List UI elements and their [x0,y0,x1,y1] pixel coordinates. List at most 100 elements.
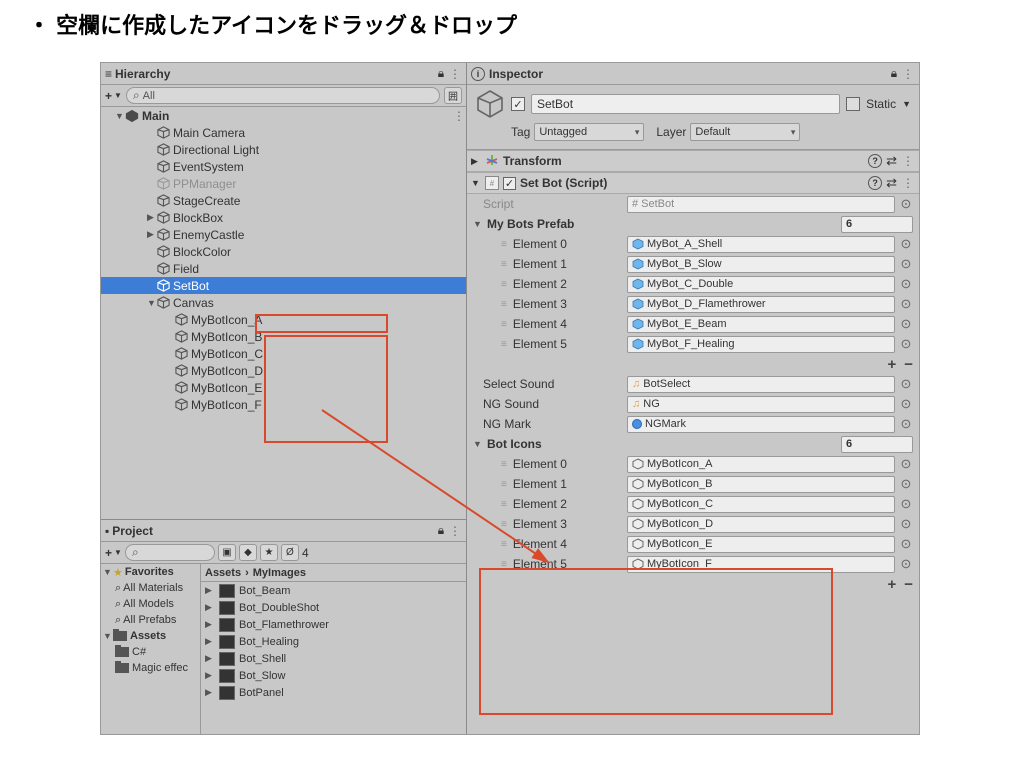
help-icon[interactable]: ? [868,154,882,168]
element-label[interactable]: ≡Element 5 [473,337,623,351]
drag-handle-icon[interactable]: ≡ [501,459,507,470]
foldout-icon[interactable]: ▼ [471,178,481,188]
lock-icon[interactable]: 🔒︎ [887,66,901,81]
favorite-item[interactable]: ⌕All Models [101,596,200,612]
asset-item[interactable]: ▶Bot_Beam [201,582,466,599]
panel-menu-icon[interactable]: ⋮ [448,67,462,81]
asset-item[interactable]: ▶Bot_Shell [201,650,466,667]
ng-mark-field[interactable]: NGMark [627,416,895,433]
static-checkbox[interactable] [846,97,860,111]
tag-dropdown[interactable]: Untagged [534,123,644,141]
object-picker-icon[interactable] [899,457,913,471]
object-picker-icon[interactable] [899,517,913,531]
hierarchy-item[interactable]: MyBotIcon_C [101,345,466,362]
foldout-icon[interactable]: ▶ [471,156,481,167]
panel-menu-icon[interactable]: ⋮ [448,524,462,538]
drag-handle-icon[interactable]: ≡ [501,499,507,510]
drag-handle-icon[interactable]: ≡ [501,279,507,290]
icons-count-field[interactable]: 6 [841,436,913,453]
project-search[interactable] [125,544,215,561]
project-assets[interactable]: Assets › MyImages ▶Bot_Beam▶Bot_DoubleSh… [201,564,466,734]
foldout-icon[interactable]: ▼ [473,439,483,449]
prefab-field[interactable]: MyBot_F_Healing [627,336,895,353]
panel-menu-icon[interactable]: ⋮ [901,67,915,81]
select-sound-field[interactable]: ♫BotSelect [627,376,895,393]
add-icon[interactable]: + [887,356,896,373]
drag-handle-icon[interactable]: ≡ [501,239,507,250]
hierarchy-item[interactable]: Directional Light [101,141,466,158]
create-button[interactable]: +▼ [105,89,122,103]
preset-icon[interactable]: ⇄ [886,153,897,169]
folder-item[interactable]: C# [101,644,200,660]
asset-item[interactable]: ▶Bot_Flamethrower [201,616,466,633]
foldout-icon[interactable]: ▶ [205,636,215,647]
foldout-icon[interactable]: ▶ [205,619,215,630]
drag-handle-icon[interactable]: ≡ [501,479,507,490]
foldout-icon[interactable]: ▶ [147,229,157,240]
favorite-item[interactable]: ⌕All Materials [101,580,200,596]
foldout-icon[interactable]: ▶ [205,670,215,681]
icon-field[interactable]: MyBotIcon_C [627,496,895,513]
hierarchy-item[interactable]: MyBotIcon_E [101,379,466,396]
foldout-icon[interactable]: ▶ [205,687,215,698]
prefab-field[interactable]: MyBot_A_Shell [627,236,895,253]
element-label[interactable]: ≡Element 3 [473,517,623,531]
layer-dropdown[interactable]: Default [690,123,800,141]
folder-item[interactable]: Magic effec [101,660,200,676]
lock-icon[interactable]: 🔒︎ [434,523,448,538]
object-picker-icon[interactable] [899,317,913,331]
foldout-icon[interactable]: ▼ [115,111,125,121]
prefab-field[interactable]: MyBot_D_Flamethrower [627,296,895,313]
icon-field[interactable]: MyBotIcon_A [627,456,895,473]
element-label[interactable]: ≡Element 0 [473,237,623,251]
filter-icon[interactable]: ▣ [218,544,236,561]
preset-icon[interactable]: ⇄ [886,175,897,191]
object-picker-icon[interactable] [899,497,913,511]
create-button[interactable]: +▼ [105,546,122,560]
lock-icon[interactable]: 🔒︎ [434,66,448,81]
hierarchy-item[interactable]: ▶EnemyCastle [101,226,466,243]
active-checkbox[interactable]: ✓ [511,97,525,111]
hierarchy-item[interactable]: SetBot [101,277,466,294]
project-header[interactable]: ▪ Project 🔒︎ ⋮ [101,520,466,542]
object-picker-icon[interactable] [899,337,913,351]
icon-field[interactable]: MyBotIcon_E [627,536,895,553]
component-enabled-checkbox[interactable]: ✓ [503,177,516,190]
drag-handle-icon[interactable]: ≡ [501,559,507,570]
drag-handle-icon[interactable]: ≡ [501,259,507,270]
gameobject-name-field[interactable]: SetBot [531,94,840,114]
hierarchy-item[interactable]: MyBotIcon_B [101,328,466,345]
hierarchy-item[interactable]: PPManager [101,175,466,192]
prefab-field[interactable]: MyBot_E_Beam [627,316,895,333]
foldout-icon[interactable]: ▶ [205,585,215,596]
drag-handle-icon[interactable]: ≡ [501,319,507,330]
assets-root[interactable]: ▼Assets [101,628,200,644]
prefab-count-field[interactable]: 6 [841,216,913,233]
asset-item[interactable]: ▶Bot_Healing [201,633,466,650]
ng-sound-field[interactable]: ♫NG [627,396,895,413]
object-picker-icon[interactable] [899,237,913,251]
hierarchy-item[interactable]: Main Camera [101,124,466,141]
object-picker-icon[interactable] [899,417,913,431]
object-picker-icon[interactable] [899,197,913,211]
element-label[interactable]: ≡Element 0 [473,457,623,471]
hierarchy-item[interactable]: MyBotIcon_A [101,311,466,328]
element-label[interactable]: ≡Element 2 [473,497,623,511]
drag-handle-icon[interactable]: ≡ [501,299,507,310]
favorites-row[interactable]: ▼★Favorites [101,564,200,580]
hierarchy-item[interactable]: MyBotIcon_F [101,396,466,413]
transform-component-header[interactable]: ▶ Transform ? ⇄ ⋮ [467,150,919,172]
gameobject-icon[interactable] [475,89,505,119]
object-picker-icon[interactable] [899,537,913,551]
remove-icon[interactable]: − [904,356,913,373]
foldout-icon[interactable]: ▼ [473,219,483,229]
hierarchy-item[interactable]: StageCreate [101,192,466,209]
foldout-icon[interactable]: ▼ [147,298,157,308]
icons-add-remove[interactable]: +− [467,574,919,594]
element-label[interactable]: ≡Element 4 [473,537,623,551]
star-icon[interactable]: ★ [260,544,278,561]
object-picker-icon[interactable] [899,477,913,491]
object-picker-icon[interactable] [899,397,913,411]
project-tree[interactable]: ▼★Favorites ⌕All Materials⌕All Models⌕Al… [101,564,201,734]
foldout-icon[interactable]: ▶ [205,653,215,664]
